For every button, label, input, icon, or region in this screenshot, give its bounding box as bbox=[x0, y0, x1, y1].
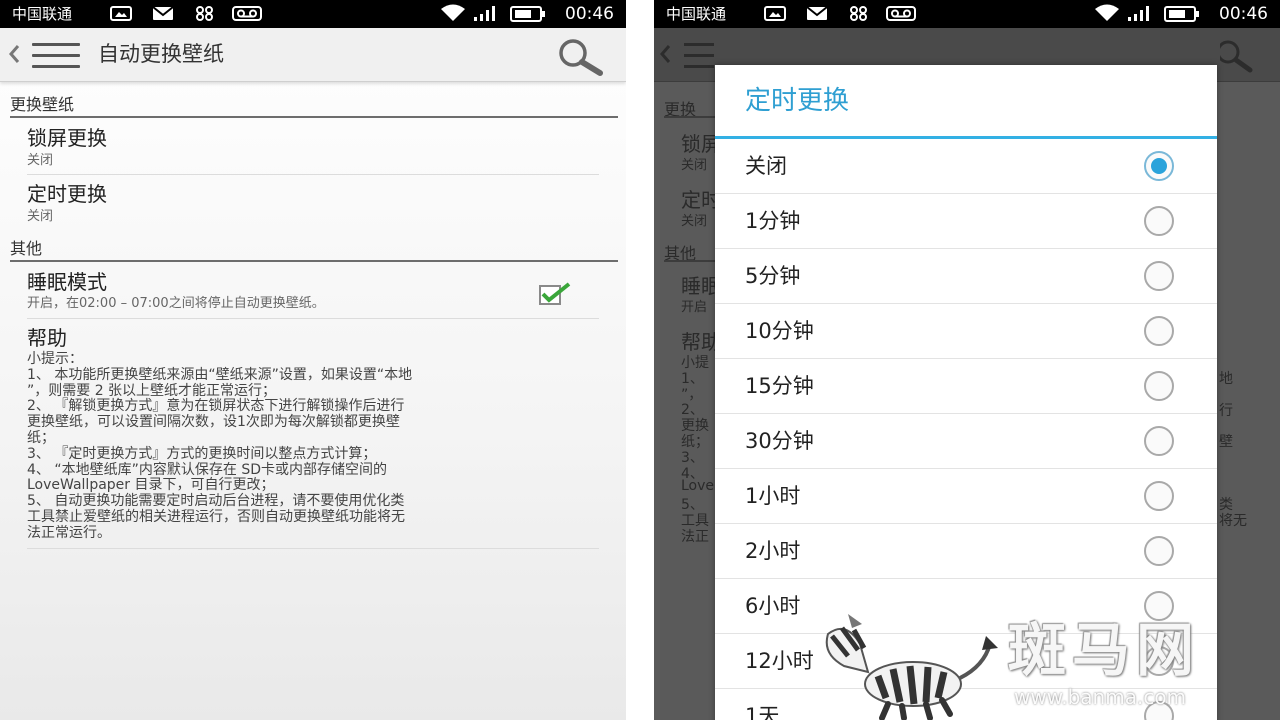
help-text-line: 3、 『定时更换方式』方式的更换时间以整点方式计算； bbox=[27, 445, 377, 462]
radio-unselected-icon[interactable] bbox=[1144, 536, 1174, 566]
pref-summary: 关闭 bbox=[27, 209, 54, 224]
help-text-line: 更换壁纸，可以设置间隔次数，设1次即为每次解锁都更换壁 bbox=[27, 414, 400, 431]
hamburger-menu-line bbox=[684, 54, 714, 57]
pref-summary: 开启，在02:00 – 07:00之间将停止自动更换壁纸。 bbox=[27, 296, 325, 311]
voicemail-icon bbox=[232, 6, 262, 21]
pref-title: 睡眠模式 bbox=[27, 270, 107, 294]
interval-option-label: 1天 bbox=[745, 704, 780, 720]
interval-option-label: 15分钟 bbox=[745, 374, 814, 398]
wifi-icon bbox=[441, 4, 465, 21]
interval-option[interactable]: 10分钟 bbox=[715, 304, 1217, 359]
help-text-line: 1、 本功能所更换壁纸来源由“壁纸来源”设置，如果设置“本地 bbox=[27, 366, 413, 383]
section-header-wallpaper: 更换壁纸 bbox=[10, 96, 618, 118]
back-chevron-icon bbox=[660, 45, 671, 63]
dimmed-divider bbox=[664, 116, 716, 118]
carrier-label: 中国联通 bbox=[12, 5, 73, 23]
help-text-line: 工具禁止爱壁纸的相关进程运行，否则自动更换壁纸功能将无 bbox=[27, 508, 405, 525]
radio-unselected-icon[interactable] bbox=[1144, 261, 1174, 291]
interval-option-label: 5分钟 bbox=[745, 264, 801, 288]
wifi-icon bbox=[1095, 4, 1119, 21]
interval-option[interactable]: 15分钟 bbox=[715, 359, 1217, 414]
dimmed-help-fragment: 地 bbox=[1219, 371, 1233, 387]
interval-option[interactable]: 2小时 bbox=[715, 524, 1217, 579]
help-text-line: 法正常运行。 bbox=[27, 524, 111, 541]
dimmed-help-fragment: 将无 bbox=[1219, 513, 1247, 530]
dimmed-help-fragment: 壁 bbox=[1219, 434, 1233, 451]
dimmed-help-fragment: 行 bbox=[1219, 402, 1233, 419]
interval-option[interactable]: 5分钟 bbox=[715, 249, 1217, 304]
radio-unselected-icon[interactable] bbox=[1144, 206, 1174, 236]
clock: 00:46 bbox=[565, 4, 614, 24]
zebra-mascot-icon bbox=[825, 614, 998, 720]
help-text-line: 纸； bbox=[27, 429, 55, 446]
interval-option[interactable]: 30分钟 bbox=[715, 414, 1217, 469]
pref-title: 锁屏更换 bbox=[27, 126, 107, 150]
app-bar: 自动更换壁纸 bbox=[0, 28, 626, 82]
search-icon bbox=[1220, 40, 1253, 73]
divider bbox=[27, 318, 599, 319]
interval-option-label: 12小时 bbox=[745, 649, 814, 673]
status-bar: 中国联通 00:46 bbox=[0, 0, 626, 28]
dimmed-pref-summary: 开启 bbox=[681, 300, 708, 315]
interval-option[interactable]: 1分钟 bbox=[715, 194, 1217, 249]
hamburger-menu-line bbox=[684, 65, 714, 68]
radio-unselected-icon[interactable] bbox=[1144, 481, 1174, 511]
interval-option[interactable]: 1小时 bbox=[715, 469, 1217, 524]
left-phone-screen: 中国联通 00:46 自动更换壁纸 更换壁纸 锁屏更换 关闭 定时更换 关闭 其… bbox=[0, 0, 626, 720]
battery-icon bbox=[1164, 6, 1199, 22]
sleep-mode-checkbox[interactable] bbox=[538, 282, 572, 306]
signal-icon bbox=[474, 6, 495, 21]
mail-icon bbox=[806, 6, 828, 20]
dimmed-pref-summary: 关闭 bbox=[681, 214, 708, 229]
page-title: 自动更换壁纸 bbox=[98, 42, 224, 66]
help-title: 帮助 bbox=[27, 326, 67, 350]
pref-title: 定时更换 bbox=[27, 182, 107, 206]
search-icon[interactable] bbox=[552, 36, 606, 76]
radio-selected-icon[interactable] bbox=[1144, 151, 1174, 181]
section-header-other: 其他 bbox=[10, 240, 618, 262]
image-notification-icon bbox=[764, 6, 786, 21]
help-text-line: 5、 自动更换功能需要定时启动后台进程，请不要使用优化类 bbox=[27, 493, 405, 510]
clock: 00:46 bbox=[1219, 4, 1268, 24]
app-notification-icon bbox=[850, 6, 867, 21]
status-bar: 中国联通 00:46 bbox=[654, 0, 1280, 28]
carrier-label: 中国联通 bbox=[666, 5, 727, 23]
interval-option-label: 10分钟 bbox=[745, 319, 814, 343]
help-text-line: 2、 『解锁更换方式』意为在锁屏状态下进行解锁操作后进行 bbox=[27, 398, 405, 415]
help-text-line: 4、 “本地壁纸库”内容默认保存在 SD卡或内部存储空间的 bbox=[27, 461, 387, 478]
hamburger-menu-icon bbox=[684, 43, 714, 46]
pref-summary: 关闭 bbox=[27, 153, 54, 168]
image-notification-icon bbox=[110, 6, 132, 21]
dimmed-pref-summary: 关闭 bbox=[681, 158, 708, 173]
signal-icon bbox=[1128, 6, 1149, 21]
back-chevron-icon[interactable] bbox=[6, 42, 22, 66]
battery-icon bbox=[510, 6, 545, 22]
interval-option-label: 1分钟 bbox=[745, 209, 801, 233]
radio-unselected-icon[interactable] bbox=[1144, 371, 1174, 401]
dimmed-divider bbox=[664, 260, 716, 262]
mail-icon bbox=[152, 6, 174, 20]
interval-option-label: 30分钟 bbox=[745, 429, 814, 453]
interval-option-label: 6小时 bbox=[745, 594, 801, 618]
dialog-title: 定时更换 bbox=[745, 86, 850, 116]
app-notification-icon bbox=[196, 6, 213, 21]
interval-option-label: 关闭 bbox=[745, 154, 787, 178]
watermark: 斑马网 www.banma.com bbox=[818, 612, 1278, 720]
interval-option[interactable]: 关闭 bbox=[715, 139, 1217, 194]
interval-option-label: 2小时 bbox=[745, 539, 801, 563]
watermark-brand: 斑马网 bbox=[1008, 616, 1201, 684]
interval-option-label: 1小时 bbox=[745, 484, 801, 508]
dimmed-help-fragment: Love bbox=[681, 478, 715, 495]
voicemail-icon bbox=[886, 6, 916, 21]
help-text: 小提示： 1、 本功能所更换壁纸来源由“壁纸来源”设置，如果设置“本地 ”，则需要 … bbox=[27, 351, 599, 542]
help-text-line: 小提示： bbox=[27, 351, 83, 367]
divider bbox=[27, 174, 599, 175]
watermark-url: www.banma.com bbox=[1014, 685, 1187, 709]
help-text-line: LoveWallpaper 目录下，可自行更改； bbox=[27, 477, 275, 494]
radio-unselected-icon[interactable] bbox=[1144, 316, 1174, 346]
dimmed-help-fragment: 法正 bbox=[681, 528, 709, 545]
radio-unselected-icon[interactable] bbox=[1144, 426, 1174, 456]
divider bbox=[27, 548, 599, 549]
hamburger-menu-icon[interactable] bbox=[30, 40, 82, 70]
